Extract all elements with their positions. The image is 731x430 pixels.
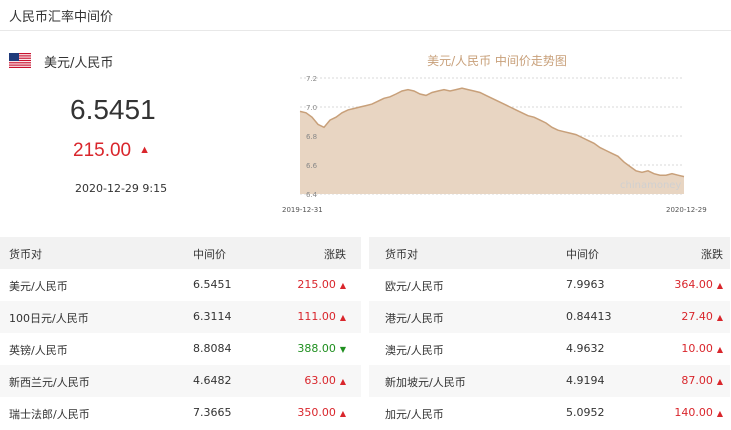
row-pair[interactable]: 港元/人民币 — [385, 310, 444, 326]
row-mid: 0.84413 — [566, 310, 612, 323]
table-row[interactable]: 英镑/人民币 8.8084 388.00 ▼ — [0, 333, 361, 365]
row-pair[interactable]: 加元/人民币 — [385, 406, 444, 422]
col-mid-header: 中间价 — [193, 248, 226, 261]
row-change-value: 10.00 — [681, 342, 713, 355]
y-tick-label: 7.0 — [306, 104, 317, 112]
arrow-up-icon: ▲ — [716, 345, 723, 354]
row-mid: 7.9963 — [566, 278, 605, 291]
table-row[interactable]: 港元/人民币 0.84413 27.40 ▲ — [369, 301, 730, 333]
featured-datetime: 2020-12-29 9:15 — [75, 182, 168, 195]
featured-pair-name[interactable]: 美元/人民币 — [44, 52, 113, 71]
row-change-value: 388.00 — [297, 342, 336, 355]
table-row[interactable]: 新西兰元/人民币 4.6482 63.00 ▲ — [0, 365, 361, 397]
featured-change-value: 215.00 — [73, 140, 132, 161]
row-change: 111.00 ▲ — [297, 310, 346, 323]
row-pair[interactable]: 新加坡元/人民币 — [385, 374, 466, 390]
row-change-value: 111.00 — [297, 310, 336, 323]
arrow-up-icon: ▲ — [339, 377, 346, 386]
row-mid: 4.6482 — [193, 374, 232, 387]
row-change: 215.00 ▲ — [297, 278, 346, 291]
row-pair[interactable]: 澳元/人民币 — [385, 342, 444, 358]
arrow-up-icon: ▲ — [339, 313, 346, 322]
arrow-up-icon: ▲ — [139, 144, 151, 156]
arrow-up-icon: ▲ — [716, 409, 723, 418]
row-change-value: 140.00 — [674, 406, 713, 419]
col-change-header: 涨跌 — [701, 248, 723, 261]
page-header: 人民币汇率中间价 — [0, 0, 731, 31]
row-pair[interactable]: 英镑/人民币 — [9, 342, 68, 358]
trend-chart: 7.2 7.0 6.8 6.6 6.4 chinamoney 2019-12-31 20… — [282, 75, 707, 214]
chart-watermark: chinamoney — [620, 180, 681, 191]
row-mid: 4.9632 — [566, 342, 605, 355]
arrow-up-icon: ▲ — [716, 313, 723, 322]
chart-x-end: 2020-12-29 — [666, 206, 707, 214]
arrow-down-icon: ▼ — [339, 345, 346, 354]
row-change-value: 87.00 — [681, 374, 713, 387]
row-change: 388.00 ▼ — [297, 342, 346, 355]
row-change-value: 215.00 — [297, 278, 336, 291]
table-row[interactable]: 加元/人民币 5.0952 140.00 ▲ — [369, 397, 730, 429]
row-change: 140.00 ▲ — [674, 406, 723, 419]
row-mid: 5.0952 — [566, 406, 605, 419]
row-pair[interactable]: 新西兰元/人民币 — [9, 374, 90, 390]
table-row[interactable]: 欧元/人民币 7.9963 364.00 ▲ — [369, 269, 730, 301]
col-change-header: 涨跌 — [324, 248, 346, 261]
chart-x-start: 2019-12-31 — [282, 206, 323, 214]
table-row[interactable]: 100日元/人民币 6.3114 111.00 ▲ — [0, 301, 361, 333]
y-tick-label: 6.8 — [306, 133, 317, 141]
chart-area — [300, 88, 684, 194]
row-mid: 7.3665 — [193, 406, 232, 419]
row-pair[interactable]: 瑞士法郎/人民币 — [9, 406, 90, 422]
row-mid: 4.9194 — [566, 374, 605, 387]
col-pair-header: 货币对 — [9, 248, 42, 261]
us-flag-icon — [9, 53, 31, 68]
row-change: 364.00 ▲ — [674, 278, 723, 291]
row-pair[interactable]: 欧元/人民币 — [385, 278, 444, 294]
y-tick-label: 6.6 — [306, 162, 318, 170]
y-tick-label: 6.4 — [306, 191, 318, 199]
table-row[interactable]: 美元/人民币 6.5451 215.00 ▲ — [0, 269, 361, 301]
row-pair[interactable]: 美元/人民币 — [9, 278, 68, 294]
arrow-up-icon: ▲ — [339, 281, 346, 290]
table-row[interactable]: 瑞士法郎/人民币 7.3665 350.00 ▲ — [0, 397, 361, 429]
arrow-up-icon: ▲ — [716, 281, 723, 290]
row-mid: 8.8084 — [193, 342, 232, 355]
row-pair[interactable]: 100日元/人民币 — [9, 310, 89, 326]
row-change: 350.00 ▲ — [297, 406, 346, 419]
page-title: 人民币汇率中间价 — [9, 10, 114, 25]
row-change: 27.40 ▲ — [681, 310, 723, 323]
featured-change: 215.00 ▲ — [73, 140, 150, 162]
row-change: 87.00 ▲ — [681, 374, 723, 387]
table-header: 货币对 中间价 涨跌 — [0, 237, 361, 269]
col-pair-header: 货币对 — [385, 248, 418, 261]
col-mid-header: 中间价 — [566, 248, 599, 261]
row-change: 63.00 ▲ — [304, 374, 346, 387]
row-mid: 6.3114 — [193, 310, 232, 323]
row-change-value: 364.00 — [674, 278, 713, 291]
row-change: 10.00 ▲ — [681, 342, 723, 355]
rates-table-left: 货币对 中间价 涨跌 美元/人民币 6.5451 215.00 ▲ 100日元/人民币 6… — [0, 237, 361, 429]
row-mid: 6.5451 — [193, 278, 232, 291]
row-change-value: 27.40 — [681, 310, 713, 323]
table-row[interactable]: 新加坡元/人民币 4.9194 87.00 ▲ — [369, 365, 730, 397]
y-tick-label: 7.2 — [306, 75, 317, 83]
arrow-up-icon: ▲ — [716, 377, 723, 386]
row-change-value: 63.00 — [304, 374, 336, 387]
table-header: 货币对 中间价 涨跌 — [369, 237, 730, 269]
table-row[interactable]: 澳元/人民币 4.9632 10.00 ▲ — [369, 333, 730, 365]
arrow-up-icon: ▲ — [339, 409, 346, 418]
featured-rate: 6.5451 — [70, 94, 156, 125]
row-change-value: 350.00 — [297, 406, 336, 419]
rates-table-right: 货币对 中间价 涨跌 欧元/人民币 7.9963 364.00 ▲ 港元/人民币 0.84… — [369, 237, 730, 429]
